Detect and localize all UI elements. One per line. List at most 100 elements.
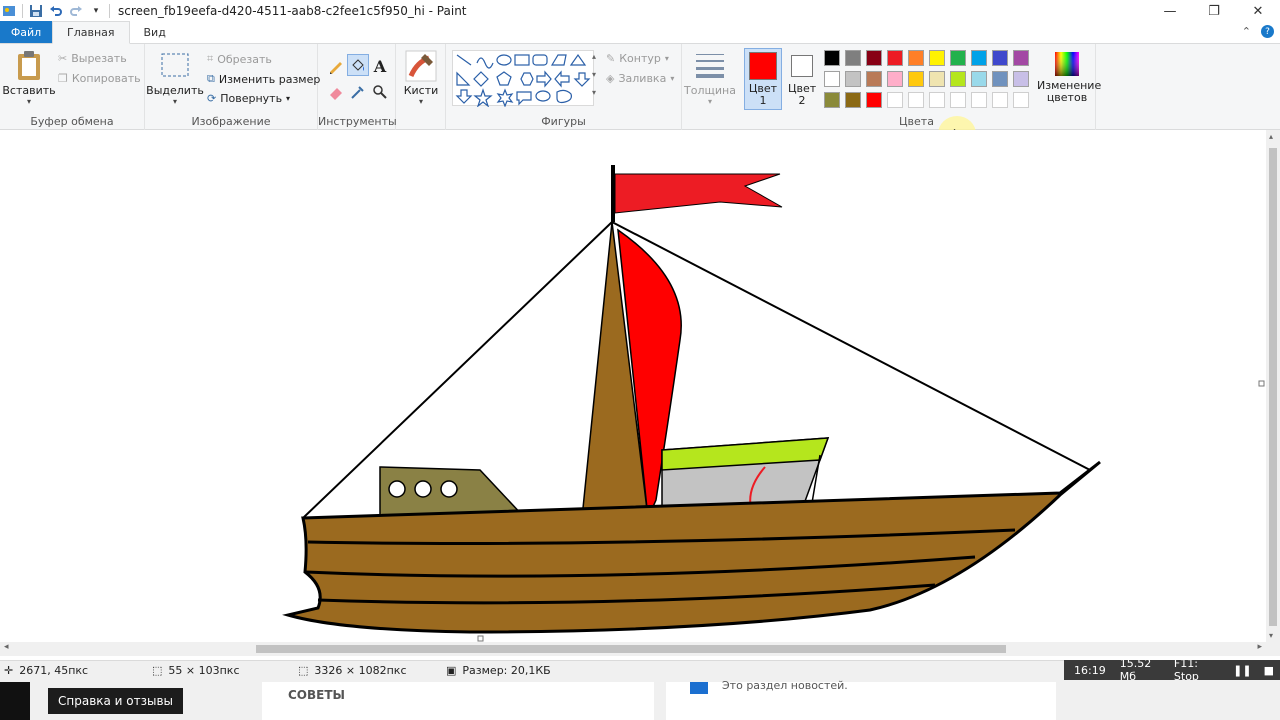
palette-swatch-empty[interactable]: [971, 92, 987, 108]
palette-swatch[interactable]: [824, 92, 840, 108]
window-title: screen_fb19eefa-d420-4511-aab8-c2fee1c5f…: [118, 4, 467, 18]
palette-swatch-empty[interactable]: [887, 92, 903, 108]
drawing-canvas[interactable]: [0, 130, 1266, 642]
shapes-gallery[interactable]: [452, 50, 594, 108]
palette-swatch[interactable]: [824, 50, 840, 66]
scroll-down-icon[interactable]: ▾: [1269, 631, 1273, 640]
tab-home[interactable]: Главная: [52, 21, 130, 44]
text-tool-icon[interactable]: A: [370, 56, 390, 76]
palette-swatch[interactable]: [866, 71, 882, 87]
outline-button[interactable]: ✎ Контур ▾: [606, 52, 669, 65]
color1-button[interactable]: Цвет 1: [744, 48, 782, 110]
shapes-scroll-down-icon[interactable]: ▾: [592, 70, 596, 79]
palette-swatch[interactable]: [908, 71, 924, 87]
palette-swatch-empty[interactable]: [908, 92, 924, 108]
image-group-label: Изображение: [191, 115, 271, 128]
vertical-scrollbar[interactable]: ▴ ▾: [1266, 130, 1280, 642]
help-feedback-tooltip[interactable]: Справка и отзывы: [48, 688, 184, 714]
eraser-icon[interactable]: [326, 82, 346, 102]
palette-swatch[interactable]: [1013, 71, 1029, 87]
copy-button[interactable]: ❐ Копировать: [58, 72, 141, 85]
tab-view[interactable]: Вид: [130, 21, 180, 43]
palette-swatch-empty[interactable]: [1013, 92, 1029, 108]
ribbon-tabs: Файл Главная Вид ⌃ ?: [0, 21, 1280, 44]
pause-icon[interactable]: ❚❚: [1223, 664, 1257, 677]
palette-swatch[interactable]: [887, 50, 903, 66]
tools-group: A Инструменты: [318, 44, 397, 130]
copy-icon: ❐: [58, 72, 68, 85]
palette-swatch[interactable]: [887, 71, 903, 87]
pencil-icon[interactable]: [326, 56, 346, 76]
palette-swatch[interactable]: [992, 71, 1008, 87]
save-icon[interactable]: [29, 4, 43, 18]
scroll-right-icon[interactable]: ▸: [1257, 642, 1262, 652]
palette-swatch-empty[interactable]: [929, 92, 945, 108]
palette-swatch[interactable]: [929, 50, 945, 66]
undo-icon[interactable]: [49, 4, 63, 18]
shapes-group: ▴ ▾ ▾ ✎ Контур ▾ ◈ Заливка ▾ Фигуры: [446, 44, 682, 130]
palette-swatch[interactable]: [1013, 50, 1029, 66]
file-size: ▣ Размер: 20,1КБ: [446, 664, 551, 677]
news-card: Это раздел новостей.: [666, 679, 1056, 720]
tips-card: СОВЕТЫ: [262, 682, 654, 720]
palette-swatch[interactable]: [950, 71, 966, 87]
edit-colors-button[interactable]: Изменение цветов: [1037, 50, 1101, 104]
palette-swatch[interactable]: [971, 50, 987, 66]
magnifier-icon[interactable]: [370, 82, 390, 102]
crop-icon: ⌗: [207, 52, 214, 65]
stop-square-icon[interactable]: ■: [1258, 664, 1280, 677]
palette-swatch[interactable]: [845, 50, 861, 66]
size-group: Толщина ▾: [682, 44, 738, 130]
palette-swatch[interactable]: [845, 71, 861, 87]
resize-button[interactable]: ⧉ Изменить размер: [207, 72, 320, 86]
shapes-more-icon[interactable]: ▾: [592, 88, 596, 97]
minimize-button[interactable]: —: [1148, 0, 1192, 22]
palette-swatch[interactable]: [929, 71, 945, 87]
paste-button[interactable]: Вставить ▾: [2, 50, 56, 106]
rotate-icon: ⟳: [207, 92, 217, 105]
palette-swatch[interactable]: [824, 71, 840, 87]
redo-icon[interactable]: [69, 4, 83, 18]
clipboard-group-label: Буфер обмена: [30, 115, 114, 128]
close-button[interactable]: ✕: [1236, 0, 1280, 22]
palette-swatch-empty[interactable]: [950, 92, 966, 108]
fill-button[interactable]: ◈ Заливка ▾: [606, 72, 674, 85]
ribbon: Вставить ▾ ✂ Вырезать ❐ Копировать Буфер…: [0, 44, 1280, 152]
crop-button[interactable]: ⌗ Обрезать: [207, 52, 272, 66]
shapes-scroll-up-icon[interactable]: ▴: [592, 52, 596, 61]
select-button[interactable]: Выделить ▾: [146, 52, 204, 106]
horizontal-scrollbar[interactable]: ◂ ▸: [0, 642, 1266, 656]
cut-button[interactable]: ✂ Вырезать: [58, 52, 127, 65]
palette-swatch[interactable]: [866, 50, 882, 66]
palette-swatch[interactable]: [866, 92, 882, 108]
news-icon: [690, 682, 708, 694]
brushes-button[interactable]: Кисти ▾: [400, 50, 442, 106]
size-button[interactable]: Толщина ▾: [684, 52, 736, 106]
horizontal-scroll-thumb[interactable]: [256, 645, 1006, 653]
fill-bucket-icon[interactable]: [347, 54, 369, 76]
rotate-button[interactable]: ⟳ Повернуть ▾: [207, 92, 290, 105]
palette-swatch[interactable]: [908, 50, 924, 66]
tab-file[interactable]: Файл: [0, 21, 52, 43]
palette-swatch-empty[interactable]: [992, 92, 1008, 108]
palette-swatch[interactable]: [971, 71, 987, 87]
resize-icon: ⧉: [207, 72, 215, 85]
color-spectrum-icon: [1055, 52, 1079, 76]
image-group: Выделить ▾ ⌗ Обрезать ⧉ Изменить размер …: [145, 44, 320, 130]
palette-swatch[interactable]: [845, 92, 861, 108]
customize-toolbar-icon[interactable]: ▾: [89, 4, 103, 18]
tools-group-label: Инструменты: [318, 115, 397, 128]
color-picker-icon[interactable]: [348, 82, 368, 102]
help-icon[interactable]: ?: [1261, 25, 1274, 38]
title-bar: ▾ screen_fb19eefa-d420-4511-aab8-c2fee1c…: [0, 0, 1280, 22]
restore-button[interactable]: ❐: [1192, 0, 1236, 22]
vertical-scroll-thumb[interactable]: [1269, 148, 1277, 626]
palette-swatch[interactable]: [992, 50, 1008, 66]
scroll-up-icon[interactable]: ▴: [1269, 132, 1273, 141]
color2-swatch: [791, 55, 813, 77]
palette-swatch[interactable]: [950, 50, 966, 66]
scroll-left-icon[interactable]: ◂: [4, 642, 9, 652]
collapse-ribbon-icon[interactable]: ⌃: [1242, 25, 1251, 38]
color2-button[interactable]: Цвет 2: [786, 48, 818, 110]
shapes-group-label: Фигуры: [541, 115, 586, 128]
